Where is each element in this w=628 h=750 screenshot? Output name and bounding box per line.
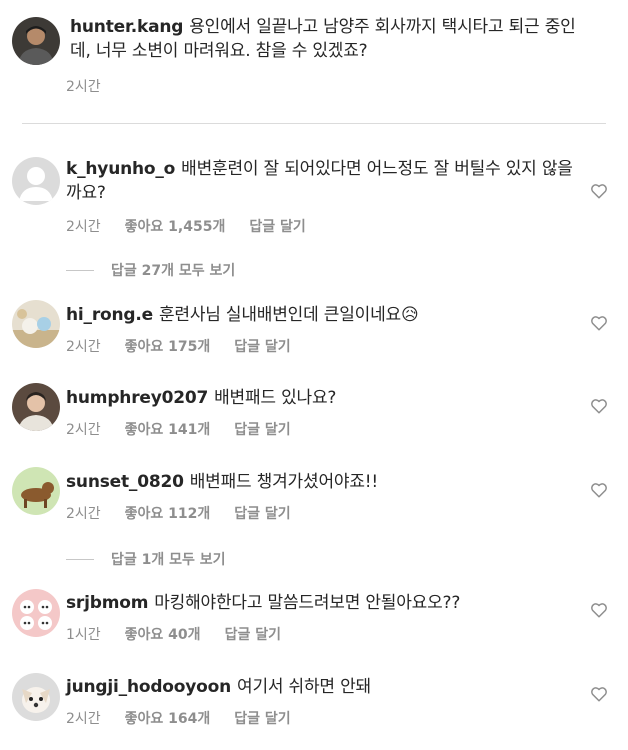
heart-outline-icon[interactable] xyxy=(590,397,608,415)
comment-text-block: jungji_hodooyoon 여기서 쉬하면 안돼 xyxy=(66,675,574,699)
heart-outline-icon[interactable] xyxy=(590,601,608,619)
comment-avatar[interactable] xyxy=(12,157,60,205)
comment-time: 1시간 xyxy=(66,627,101,643)
comment-meta: 2시간 좋아요 1,455개 답글 달기 xyxy=(66,216,330,236)
comment-text-block: hi_rong.e 훈련사님 실내배변인데 큰일이네요😥 xyxy=(66,303,574,327)
comment-meta: 2시간 좋아요 175개 답글 달기 xyxy=(66,336,315,356)
comment-meta: 2시간 좋아요 112개 답글 달기 xyxy=(66,503,315,523)
comment-time: 2시간 xyxy=(66,711,101,727)
comment-text: 마킹해야한다고 말씀드려보면 안될아요오?? xyxy=(154,593,461,613)
post-meta: 2시간 xyxy=(66,76,125,96)
comment-username[interactable]: srjbmom xyxy=(66,593,148,613)
comment-avatar[interactable] xyxy=(12,467,60,515)
comment-username[interactable]: sunset_0820 xyxy=(66,472,184,492)
reply-button[interactable]: 답글 달기 xyxy=(234,422,290,438)
comment-meta: 1시간 좋아요 40개 답글 달기 xyxy=(66,624,305,644)
comment-avatar[interactable] xyxy=(12,673,60,721)
reply-button[interactable]: 답글 달기 xyxy=(234,711,290,727)
replies-line xyxy=(66,558,94,560)
comment-time: 2시간 xyxy=(66,339,101,355)
view-replies-label: 답글 27개 모두 보기 xyxy=(111,263,236,279)
comment-username[interactable]: jungji_hodooyoon xyxy=(66,677,231,697)
reply-button[interactable]: 답글 달기 xyxy=(249,219,305,235)
comment-avatar[interactable] xyxy=(12,300,60,348)
comment-likes[interactable]: 좋아요 175개 xyxy=(125,339,211,355)
comment-likes[interactable]: 좋아요 112개 xyxy=(125,506,211,522)
replies-line xyxy=(66,269,94,271)
comment-text-block: k_hyunho_o 배변훈련이 잘 되어있다면 어느정도 잘 버틸수 있지 않을… xyxy=(66,157,574,205)
comment-likes[interactable]: 좋아요 164개 xyxy=(125,711,211,727)
post-username[interactable]: hunter.kang xyxy=(70,17,183,37)
comment-text-block: srjbmom 마킹해야한다고 말씀드려보면 안될아요오?? xyxy=(66,591,574,615)
caption-divider xyxy=(22,123,606,124)
comment-meta: 2시간 좋아요 141개 답글 달기 xyxy=(66,419,315,439)
comment-time: 2시간 xyxy=(66,506,101,522)
comment-text: 훈련사님 실내배변인데 큰일이네요😥 xyxy=(158,305,419,325)
comment-likes[interactable]: 좋아요 1,455개 xyxy=(125,219,226,235)
comment-likes[interactable]: 좋아요 40개 xyxy=(125,627,201,643)
reply-button[interactable]: 답글 달기 xyxy=(234,339,290,355)
post-time: 2시간 xyxy=(66,79,101,95)
comment-avatar[interactable] xyxy=(12,589,60,637)
comment-meta: 2시간 좋아요 164개 답글 달기 xyxy=(66,708,315,728)
comment-text-block: sunset_0820 배변패드 챙겨가셨어야죠!! xyxy=(66,470,574,494)
heart-outline-icon[interactable] xyxy=(590,314,608,332)
reply-button[interactable]: 답글 달기 xyxy=(234,506,290,522)
comment-text: 배변패드 챙겨가셨어야죠!! xyxy=(189,472,378,492)
view-replies-button[interactable]: 답글 27개 모두 보기 xyxy=(66,260,235,280)
comment-avatar[interactable] xyxy=(12,383,60,431)
comment-text-block: humphrey0207 배변패드 있나요? xyxy=(66,386,574,410)
comment-text: 여기서 쉬하면 안돼 xyxy=(237,677,371,697)
comment-time: 2시간 xyxy=(66,219,101,235)
heart-outline-icon[interactable] xyxy=(590,481,608,499)
heart-outline-icon[interactable] xyxy=(590,182,608,200)
comment-username[interactable]: k_hyunho_o xyxy=(66,159,175,179)
comment-time: 2시간 xyxy=(66,422,101,438)
view-replies-label: 답글 1개 모두 보기 xyxy=(111,552,226,568)
post-caption: hunter.kang 용인에서 일끝나고 남양주 회사까지 택시타고 퇴근 중인… xyxy=(70,15,590,63)
comment-username[interactable]: humphrey0207 xyxy=(66,388,208,408)
comment-text: 배변패드 있나요? xyxy=(214,388,337,408)
comment-likes[interactable]: 좋아요 141개 xyxy=(125,422,211,438)
post-avatar[interactable] xyxy=(12,17,60,65)
view-replies-button[interactable]: 답글 1개 모두 보기 xyxy=(66,549,226,569)
reply-button[interactable]: 답글 달기 xyxy=(225,627,281,643)
heart-outline-icon[interactable] xyxy=(590,685,608,703)
comment-username[interactable]: hi_rong.e xyxy=(66,305,153,325)
